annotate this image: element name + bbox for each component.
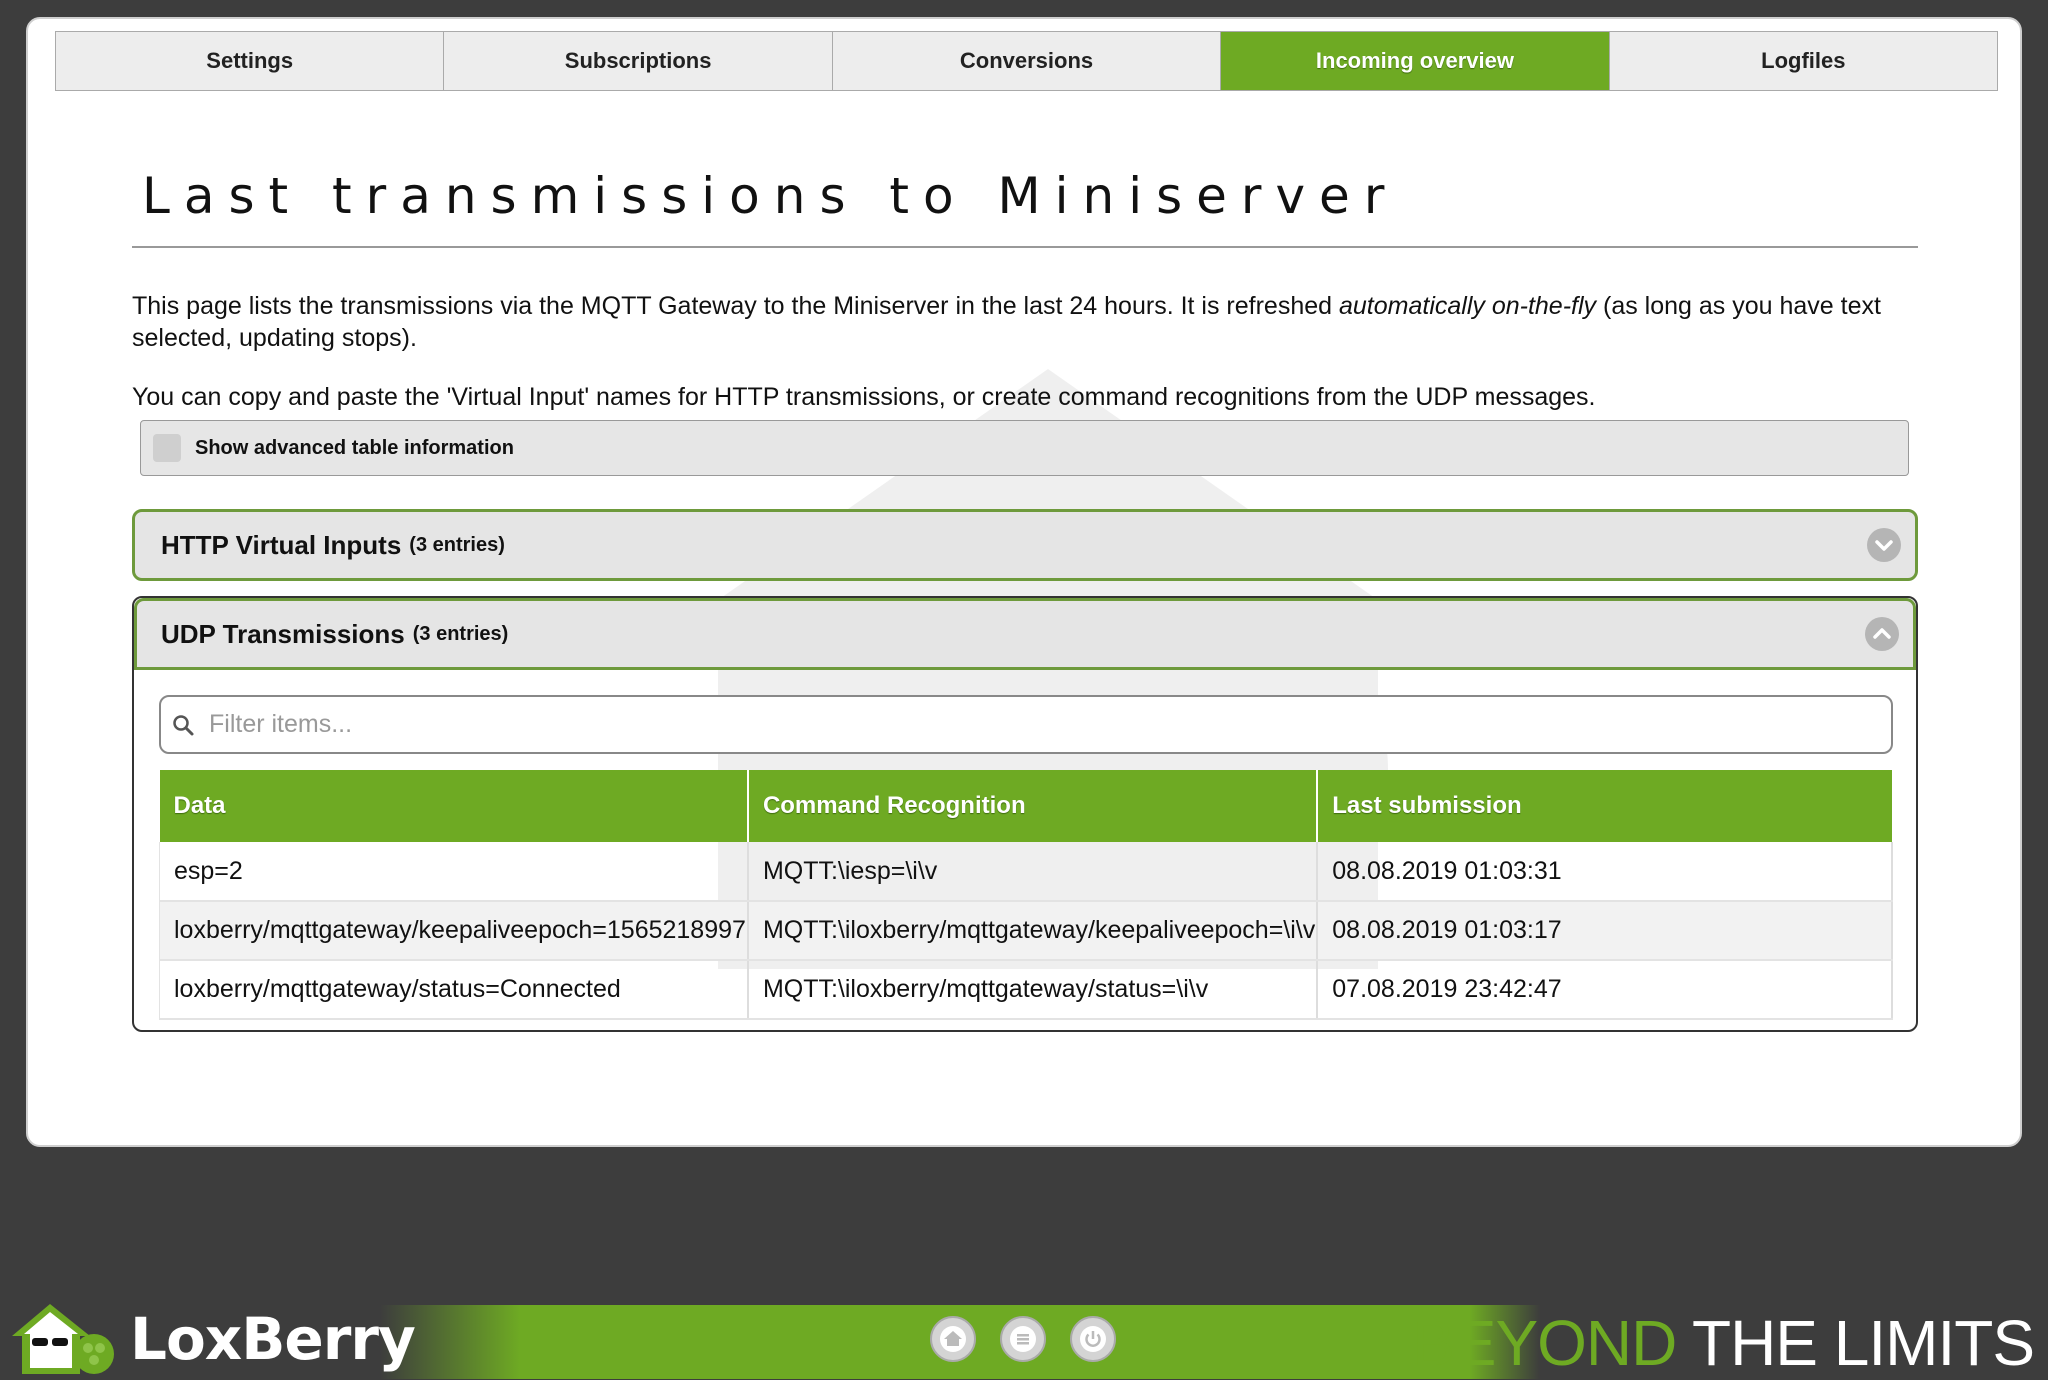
intro-text-part1: This page lists the transmissions via th… <box>132 292 1339 320</box>
intro-paragraph-2: You can copy and paste the 'Virtual Inpu… <box>132 383 1596 411</box>
tab-bar: Settings Subscriptions Conversions Incom… <box>55 31 1998 91</box>
tab-settings[interactable]: Settings <box>56 32 445 90</box>
tab-subscriptions[interactable]: Subscriptions <box>444 32 833 90</box>
power-icon <box>1080 1326 1106 1352</box>
cell-last-submission: 07.08.2019 23:42:47 <box>1316 960 1893 1020</box>
table-row: loxberry/mqttgateway/keepaliveepoch=1565… <box>158 901 1893 961</box>
udp-transmissions-header[interactable]: UDP Transmissions (3 entries) <box>134 598 1916 670</box>
logo-text: LoxBerry <box>130 1305 416 1373</box>
main-panel: Settings Subscriptions Conversions Incom… <box>26 17 2022 1147</box>
title-divider <box>132 246 1918 248</box>
http-section-title: HTTP Virtual Inputs <box>161 529 402 560</box>
column-header-data[interactable]: Data <box>159 770 749 842</box>
cell-last-submission: 08.08.2019 01:03:31 <box>1316 842 1893 902</box>
tab-incoming-overview[interactable]: Incoming overview <box>1221 32 1610 90</box>
menu-icon <box>1010 1326 1036 1352</box>
menu-button[interactable] <box>1000 1316 1046 1362</box>
power-button[interactable] <box>1070 1316 1116 1362</box>
search-icon <box>173 714 194 735</box>
footer-buttons <box>930 1316 1116 1362</box>
table-row: esp=2 MQTT:\iesp=\i\v 08.08.2019 01:03:3… <box>158 842 1893 902</box>
slogan-part2: THE LIMITS <box>1676 1307 2035 1379</box>
table-header-row: Data Command Recognition Last submission <box>159 770 1892 842</box>
tab-conversions[interactable]: Conversions <box>832 32 1222 90</box>
loxberry-logo[interactable]: LoxBerry <box>10 1302 416 1376</box>
slogan: BEYOND THE LIMITS <box>1412 1306 2035 1380</box>
tab-logfiles[interactable]: Logfiles <box>1609 32 1998 90</box>
http-section-count: (3 entries) <box>409 533 505 556</box>
udp-section-count: (3 entries) <box>412 622 509 645</box>
udp-table: Data Command Recognition Last submission… <box>158 770 1893 1020</box>
chevron-up-icon[interactable] <box>1865 617 1899 651</box>
cell-command[interactable]: MQTT:\iloxberry/mqttgateway/status=\i\v <box>747 960 1319 1020</box>
advanced-info-toggle[interactable]: Show advanced table information <box>140 420 1909 476</box>
home-icon <box>940 1326 966 1352</box>
table-row: loxberry/mqttgateway/status=Connected MQ… <box>158 960 1893 1020</box>
chevron-down-icon[interactable] <box>1867 528 1901 562</box>
column-header-command-recognition[interactable]: Command Recognition <box>747 770 1319 842</box>
cell-last-submission: 08.08.2019 01:03:17 <box>1316 901 1893 961</box>
advanced-info-checkbox[interactable] <box>153 434 181 462</box>
loxberry-logo-icon <box>12 1304 114 1374</box>
filter-input[interactable] <box>207 709 1857 740</box>
cell-data[interactable]: loxberry/mqttgateway/keepaliveepoch=1565… <box>158 901 749 961</box>
udp-transmissions-section: UDP Transmissions (3 entries) Data Comma… <box>132 596 1918 1032</box>
http-virtual-inputs-header[interactable]: HTTP Virtual Inputs (3 entries) <box>132 509 1918 581</box>
page-title: Last transmissions to Miniserver <box>142 167 1399 225</box>
intro-emphasis: automatically on-the-fly <box>1338 292 1597 320</box>
intro-paragraph: This page lists the transmissions via th… <box>132 290 1922 354</box>
cell-command[interactable]: MQTT:\iesp=\i\v <box>747 842 1319 902</box>
home-button[interactable] <box>930 1316 976 1362</box>
column-header-last-submission[interactable]: Last submission <box>1317 770 1892 842</box>
filter-box <box>159 695 1893 754</box>
cell-data[interactable]: esp=2 <box>158 842 749 902</box>
cell-command[interactable]: MQTT:\iloxberry/mqttgateway/keepaliveepo… <box>747 901 1319 961</box>
udp-section-title: UDP Transmissions <box>161 618 405 649</box>
advanced-info-label: Show advanced table information <box>195 436 514 459</box>
slogan-part1: BEYOND <box>1412 1307 1677 1379</box>
cell-data[interactable]: loxberry/mqttgateway/status=Connected <box>158 960 749 1020</box>
